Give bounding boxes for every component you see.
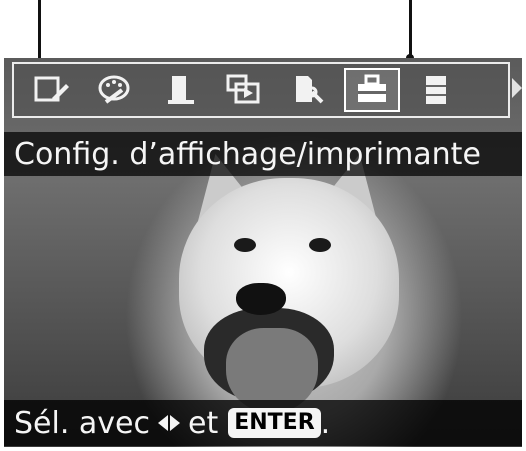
tool-edit[interactable] bbox=[24, 68, 80, 112]
instruction-prefix: Sél. avec bbox=[14, 405, 150, 441]
enter-key-badge: ENTER bbox=[228, 408, 321, 438]
left-right-arrows-icon bbox=[158, 415, 180, 431]
menu-toolbar bbox=[12, 62, 510, 118]
right-arrow-icon bbox=[170, 415, 180, 431]
dog-nose bbox=[236, 283, 286, 315]
scroll-right-arrow[interactable] bbox=[512, 78, 522, 98]
callout-line-right bbox=[409, 0, 412, 58]
edit-icon bbox=[34, 76, 69, 102]
palette-icon bbox=[98, 75, 130, 104]
left-arrow-icon bbox=[158, 415, 168, 431]
tool-file-tools[interactable] bbox=[280, 68, 336, 112]
instruction-suffix: . bbox=[320, 405, 331, 441]
figure: Config. d’affichage/imprimante Sél. avec… bbox=[0, 0, 526, 451]
dog-eye-right bbox=[309, 238, 331, 252]
document-icon bbox=[168, 76, 194, 104]
callout-line-left bbox=[38, 0, 41, 58]
printer-screen: Config. d’affichage/imprimante Sél. avec… bbox=[4, 58, 522, 447]
instruction-middle: et bbox=[188, 405, 219, 441]
tool-cabinet[interactable] bbox=[408, 68, 464, 112]
tool-palette[interactable] bbox=[88, 68, 144, 112]
menu-title-bar: Config. d’affichage/imprimante bbox=[4, 132, 522, 176]
tool-document[interactable] bbox=[152, 68, 208, 112]
slideshow-icon bbox=[226, 74, 260, 104]
tool-toolbox[interactable] bbox=[344, 68, 400, 112]
file-tools-icon bbox=[296, 76, 324, 104]
menu-title: Config. d’affichage/imprimante bbox=[14, 136, 481, 172]
instruction-bar: Sél. avec et ENTER . bbox=[4, 400, 522, 446]
tool-slideshow[interactable] bbox=[216, 68, 272, 112]
toolbox-icon bbox=[358, 74, 386, 102]
dog-eye-left bbox=[234, 238, 256, 252]
cabinet-icon bbox=[426, 76, 446, 104]
